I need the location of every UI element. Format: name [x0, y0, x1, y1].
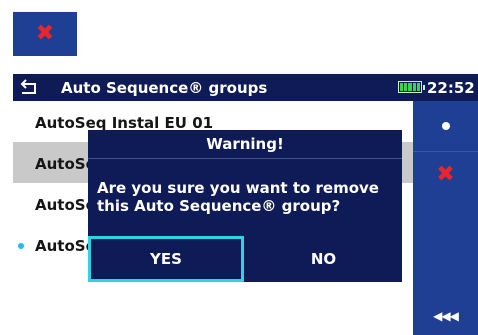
active-dot-icon	[18, 243, 24, 249]
more-arrows-icon: ◀◀◀	[433, 309, 459, 323]
dot-icon	[441, 122, 450, 130]
close-x-icon: ✖	[35, 21, 55, 46]
clock: 22:52	[427, 79, 475, 97]
delete-button[interactable]: ✖	[413, 152, 478, 198]
dialog-title: Warning!	[88, 130, 402, 159]
side-panel: ✖ ◀◀◀	[413, 101, 478, 335]
select-button[interactable]	[413, 101, 478, 152]
battery-icon	[398, 81, 425, 93]
back-arrow-icon[interactable]	[19, 78, 39, 96]
yes-button[interactable]: YES	[88, 236, 244, 282]
dialog-message-line1: Are you sure you want to remove	[97, 179, 379, 197]
dialog-message: Are you sure you want to remove this Aut…	[97, 179, 397, 215]
no-button[interactable]: NO	[245, 236, 402, 282]
title-bar: Auto Sequence® groups 22:52	[13, 74, 478, 101]
close-x-icon: ✖	[436, 162, 455, 187]
more-options-button[interactable]: ◀◀◀	[413, 297, 478, 335]
warning-dialog: Warning! Are you sure you want to remove…	[88, 130, 402, 282]
page-title: Auto Sequence® groups	[61, 79, 268, 97]
dialog-message-line2: this Auto Sequence® group?	[97, 197, 341, 215]
top-close-button[interactable]: ✖	[13, 12, 77, 56]
